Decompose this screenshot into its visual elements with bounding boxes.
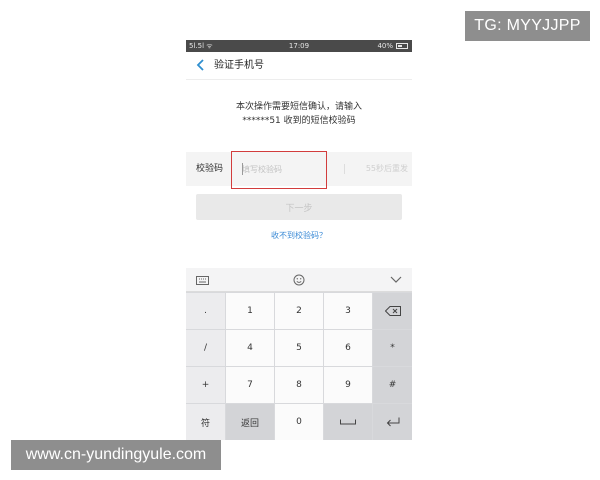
- key-back[interactable]: 返回: [226, 404, 274, 440]
- emoji-icon[interactable]: [289, 268, 309, 292]
- key-digit[interactable]: 1: [226, 293, 274, 329]
- key-digit[interactable]: 9: [324, 367, 372, 403]
- input-highlight-box: [231, 151, 327, 189]
- key-symbol[interactable]: +: [186, 367, 225, 403]
- resend-divider: [344, 164, 345, 174]
- key-digit[interactable]: 0: [275, 404, 323, 440]
- watermark-tg: TG: MYYJJPP: [465, 11, 590, 41]
- enter-icon[interactable]: [373, 404, 412, 440]
- resend-button[interactable]: 55秒后重发: [366, 152, 408, 186]
- battery-icon: [396, 43, 408, 49]
- sms-prompt: 本次操作需要短信确认，请输入 ******51 收到的短信校验码: [186, 100, 412, 128]
- key-digit[interactable]: 2: [275, 293, 323, 329]
- key-digit[interactable]: 6: [324, 330, 372, 366]
- prompt-line-1: 本次操作需要短信确认，请输入: [235, 102, 362, 112]
- key-digit[interactable]: 3: [324, 293, 372, 329]
- space-icon[interactable]: [324, 404, 372, 440]
- key-asterisk[interactable]: *: [373, 330, 412, 366]
- key-symbol[interactable]: /: [186, 330, 225, 366]
- key-symbols-toggle[interactable]: 符: [186, 404, 225, 440]
- key-digit[interactable]: 4: [226, 330, 274, 366]
- next-button[interactable]: 下一步: [196, 194, 402, 220]
- nav-bar: 验证手机号: [186, 52, 412, 80]
- watermark-site: www.cn-yundingyule.com: [11, 440, 221, 470]
- key-hash[interactable]: #: [373, 367, 412, 403]
- no-code-link[interactable]: 收不到校验码？: [186, 228, 412, 244]
- backspace-icon[interactable]: [373, 293, 412, 329]
- key-digit[interactable]: 8: [275, 367, 323, 403]
- key-digit[interactable]: 7: [226, 367, 274, 403]
- phone-screen: 5l.5l ᯤ 17:09 40% 验证手机号 本次操作需要短信确认，请输入 *…: [186, 40, 412, 440]
- status-bar: 5l.5l ᯤ 17:09 40%: [186, 40, 412, 52]
- chevron-left-icon[interactable]: [194, 57, 208, 73]
- prompt-line-2: ******51 收到的短信校验码: [242, 116, 356, 126]
- chevron-down-icon[interactable]: [386, 268, 406, 292]
- battery-status: 40%: [377, 40, 408, 52]
- battery-percent: 40%: [377, 42, 393, 50]
- key-digit[interactable]: 5: [275, 330, 323, 366]
- keyboard-toolbar: [186, 268, 412, 292]
- code-label: 校验码: [196, 164, 224, 174]
- keyboard-icon[interactable]: [192, 268, 212, 292]
- key-symbol[interactable]: .: [186, 293, 225, 329]
- page-title: 验证手机号: [214, 60, 264, 71]
